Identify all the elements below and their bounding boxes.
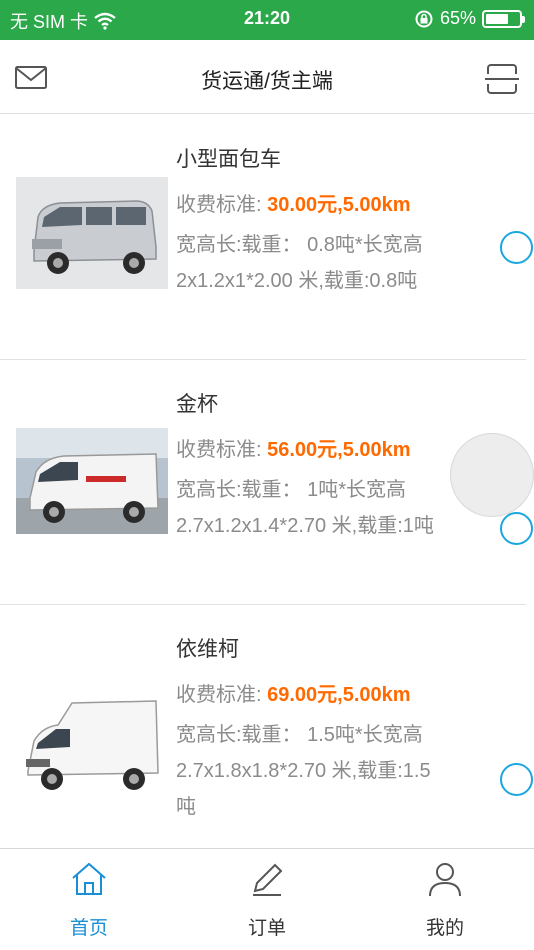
tab-label: 首页 bbox=[69, 918, 108, 939]
spec-line: 2.7x1.2x1.4*2.70 米,载重:1吨 bbox=[176, 515, 434, 537]
nav-bar: 货运通/货主端 bbox=[0, 40, 534, 114]
vehicle-name: 依维柯 bbox=[176, 638, 239, 661]
select-radio[interactable] bbox=[500, 763, 533, 796]
vehicle-name: 小型面包车 bbox=[176, 148, 281, 171]
price-value: 30.00元,5.00km bbox=[267, 194, 411, 216]
pencil-icon bbox=[253, 863, 283, 896]
tab-home[interactable]: 首页 bbox=[0, 849, 178, 950]
vehicle-image-minivan bbox=[16, 177, 168, 289]
scan-icon[interactable] bbox=[484, 62, 520, 96]
rotation-lock-icon bbox=[415, 10, 433, 27]
vehicle-name: 金杯 bbox=[176, 393, 218, 416]
vehicle-image-jinbei bbox=[16, 428, 168, 534]
price-label: 收费标准: bbox=[176, 439, 262, 461]
vehicle-image-iveco bbox=[16, 687, 168, 805]
tab-bar: 首页 订单 我的 bbox=[0, 848, 534, 950]
page-title: 货运通/货主端 bbox=[201, 70, 333, 93]
tab-profile[interactable]: 我的 bbox=[356, 849, 534, 950]
vehicle-item[interactable]: 依维柯 收费标准: 69.00元,5.00km 宽高长:载重： 1.5吨*长宽高… bbox=[0, 605, 534, 848]
status-bar: 无 SIM 卡 21:20 65% bbox=[0, 0, 534, 40]
select-radio[interactable] bbox=[500, 231, 533, 264]
user-icon bbox=[429, 863, 461, 897]
vehicle-item[interactable]: 小型面包车 收费标准: 30.00元,5.00km 宽高长:载重： 0.8吨*长… bbox=[0, 115, 534, 360]
price-value: 56.00元,5.00km bbox=[267, 439, 411, 461]
spec-line: 宽高长:载重： 1.5吨*长宽高 bbox=[176, 724, 423, 746]
spec-line: 2.7x1.8x1.8*2.70 米,载重:1.5 bbox=[176, 760, 431, 782]
spec-line: 宽高长:载重： 0.8吨*长宽高 bbox=[176, 234, 423, 256]
spec-line: 吨 bbox=[176, 796, 196, 818]
battery-icon bbox=[482, 9, 525, 28]
floating-assistive-button[interactable] bbox=[450, 433, 534, 517]
home-icon bbox=[72, 862, 106, 895]
select-radio[interactable] bbox=[500, 512, 533, 545]
tab-orders[interactable]: 订单 bbox=[178, 849, 356, 950]
battery-percent: 65% bbox=[439, 8, 476, 28]
price-label: 收费标准: bbox=[176, 194, 262, 216]
tab-label: 我的 bbox=[425, 918, 464, 939]
spec-line: 2x1.2x1*2.00 米,载重:0.8吨 bbox=[176, 270, 418, 292]
tab-label: 订单 bbox=[247, 918, 286, 939]
price-label: 收费标准: bbox=[176, 684, 262, 706]
spec-line: 宽高长:载重： 1吨*长宽高 bbox=[176, 479, 407, 501]
price-value: 69.00元,5.00km bbox=[267, 684, 411, 706]
